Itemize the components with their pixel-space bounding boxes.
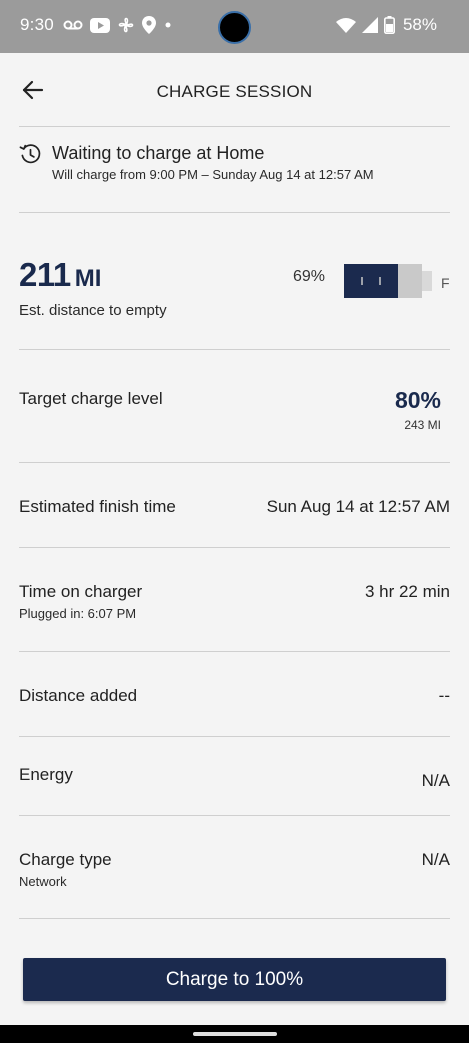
fan-icon bbox=[118, 17, 134, 33]
time-on-charger-value: 3 hr 22 min bbox=[364, 582, 450, 601]
charge-type-sublabel: Network bbox=[19, 874, 67, 889]
battery-percent: 69% bbox=[293, 268, 326, 285]
voicemail-icon bbox=[63, 20, 83, 30]
plugged-in-label: Plugged in: 6:07 PM bbox=[19, 606, 137, 621]
distance-added-label: Distance added bbox=[19, 686, 138, 705]
divider bbox=[19, 212, 450, 213]
history-icon bbox=[19, 144, 41, 164]
location-icon bbox=[141, 16, 156, 34]
wifi-icon bbox=[335, 18, 356, 33]
time-on-charger-label: Time on charger bbox=[19, 582, 143, 601]
waiting-title: Waiting to charge at Home bbox=[52, 143, 265, 163]
header: CHARGE SESSION bbox=[0, 53, 469, 126]
status-battery-percent: 58% bbox=[402, 15, 437, 34]
target-charge-label: Target charge level bbox=[19, 389, 163, 408]
divider bbox=[19, 349, 450, 350]
distance-added-value: -- bbox=[438, 686, 450, 705]
dot-icon bbox=[165, 22, 171, 28]
range-label: Est. distance to empty bbox=[19, 302, 167, 319]
charge-to-100-button[interactable]: Charge to 100% bbox=[23, 958, 446, 1001]
home-gesture-handle[interactable] bbox=[193, 1032, 277, 1036]
finish-time-label: Estimated finish time bbox=[19, 497, 176, 516]
status-left: 9:30 bbox=[20, 15, 173, 35]
range-display: 211 MI bbox=[19, 256, 101, 294]
page-title: CHARGE SESSION bbox=[156, 82, 313, 101]
divider bbox=[19, 918, 450, 919]
divider bbox=[19, 126, 450, 127]
youtube-icon bbox=[89, 17, 110, 33]
energy-label: Energy bbox=[19, 765, 73, 784]
target-charge-miles: 243 MI bbox=[404, 418, 441, 432]
range-value: 211 bbox=[19, 256, 71, 293]
battery-gauge bbox=[344, 264, 432, 298]
divider bbox=[19, 547, 450, 548]
range-unit: MI bbox=[74, 265, 102, 292]
status-right: 58% bbox=[335, 15, 437, 35]
front-camera bbox=[218, 11, 251, 44]
battery-full-label: F bbox=[441, 275, 450, 291]
charge-type-value: N/A bbox=[421, 850, 450, 869]
divider bbox=[19, 462, 450, 463]
divider bbox=[19, 815, 450, 816]
status-bar: 9:30 58% bbox=[0, 0, 469, 53]
charge-type-label: Charge type bbox=[19, 850, 112, 869]
signal-icon bbox=[361, 17, 378, 33]
energy-value: N/A bbox=[421, 771, 450, 790]
battery-icon bbox=[383, 16, 395, 34]
divider bbox=[19, 651, 450, 652]
status-time: 9:30 bbox=[20, 15, 54, 34]
waiting-subtitle: Will charge from 9:00 PM – Sunday Aug 14… bbox=[52, 167, 374, 182]
divider bbox=[19, 736, 450, 737]
finish-time-value: Sun Aug 14 at 12:57 AM bbox=[266, 497, 450, 516]
target-charge-percent[interactable]: 80% bbox=[395, 387, 441, 414]
